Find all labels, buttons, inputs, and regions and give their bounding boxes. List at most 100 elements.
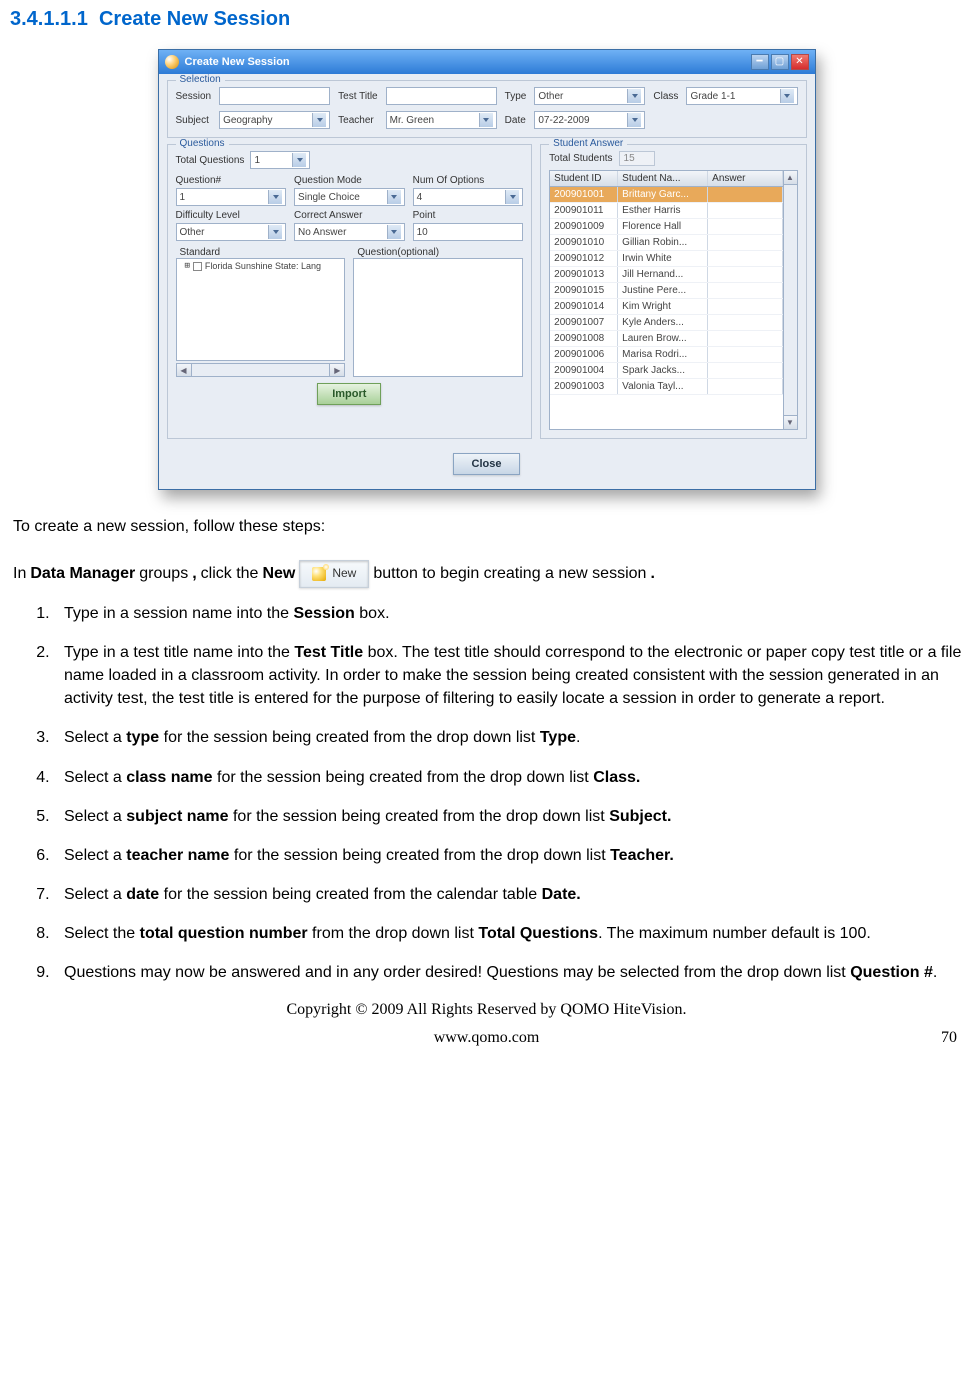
difficulty-select[interactable]: Other (176, 223, 287, 241)
date-label: Date (505, 115, 527, 126)
minimize-button[interactable]: ━ (751, 54, 769, 70)
cell-student-name: Florence Hall (618, 219, 708, 234)
table-row[interactable]: 200901009Florence Hall (550, 219, 782, 235)
scroll-left-button[interactable]: ◀ (176, 363, 192, 377)
teacher-select[interactable]: Mr. Green (386, 111, 497, 129)
class-value: Grade 1-1 (690, 91, 735, 102)
text: In (13, 562, 26, 585)
type-label: Type (505, 91, 527, 102)
date-select[interactable]: 07-22-2009 (534, 111, 645, 129)
student-table-scrollbar[interactable]: ▲ ▼ (783, 171, 797, 429)
dialog-title: Create New Session (185, 56, 745, 68)
expand-icon[interactable]: ⊞ (185, 261, 190, 271)
scroll-right-button[interactable]: ▶ (329, 363, 345, 377)
step-item: Select the total question number from th… (54, 922, 963, 945)
cell-answer (708, 203, 782, 218)
point-input[interactable] (413, 223, 524, 241)
table-row[interactable]: 200901003Valonia Tayl... (550, 379, 782, 395)
num-options-label: Num Of Options (413, 175, 524, 186)
total-students-label: Total Students (549, 153, 612, 164)
section-title: Create New Session (99, 8, 290, 30)
scroll-up-button[interactable]: ▲ (784, 171, 797, 185)
teacher-value: Mr. Green (390, 115, 434, 126)
tree-checkbox[interactable] (193, 262, 202, 271)
question-optional-label: Question(optional) (353, 247, 523, 258)
scrollbar-track[interactable] (192, 363, 330, 377)
step-item: Questions may now be answered and in any… (54, 961, 963, 984)
cell-student-id: 200901008 (550, 331, 618, 346)
cell-student-name: Gillian Robin... (618, 235, 708, 250)
table-row[interactable]: 200901013Jill Hernand... (550, 267, 782, 283)
cell-student-id: 200901001 (550, 187, 618, 202)
date-value: 07-22-2009 (538, 115, 589, 126)
cell-student-name: Kim Wright (618, 299, 708, 314)
copyright-text: Copyright © 2009 All Rights Reserved by … (10, 1001, 963, 1019)
col-student-id[interactable]: Student ID (550, 171, 618, 186)
new-button-image: New (299, 560, 369, 587)
chevron-down-icon (780, 89, 794, 103)
question-mode-select[interactable]: Single Choice (294, 188, 405, 206)
cell-student-id: 200901007 (550, 315, 618, 330)
step-item: Select a class name for the session bein… (54, 766, 963, 789)
chevron-down-icon (387, 190, 401, 204)
cell-student-id: 200901011 (550, 203, 618, 218)
correct-answer-select[interactable]: No Answer (294, 223, 405, 241)
cell-answer (708, 283, 782, 298)
table-row[interactable]: 200901001Brittany Garc... (550, 187, 782, 203)
subject-select[interactable]: Geography (219, 111, 330, 129)
selection-panel: Selection Session Test Title Type Other … (167, 80, 807, 138)
footer-url: www.qomo.com (70, 1029, 903, 1047)
cell-student-id: 200901004 (550, 363, 618, 378)
type-select[interactable]: Other (534, 87, 645, 105)
tree-item[interactable]: ⊞ Florida Sunshine State: Lang (181, 261, 341, 271)
cell-student-id: 200901014 (550, 299, 618, 314)
difficulty-value: Other (180, 227, 205, 238)
cell-student-id: 200901013 (550, 267, 618, 282)
chevron-down-icon (387, 225, 401, 239)
standard-tree[interactable]: ⊞ Florida Sunshine State: Lang (176, 258, 346, 361)
cell-student-name: Jill Hernand... (618, 267, 708, 282)
num-options-select[interactable]: 4 (413, 188, 524, 206)
table-row[interactable]: 200901008Lauren Brow... (550, 331, 782, 347)
text: groups (139, 562, 188, 585)
table-row[interactable]: 200901007Kyle Anders... (550, 315, 782, 331)
col-student-name[interactable]: Student Na... (618, 171, 708, 186)
table-row[interactable]: 200901004Spark Jacks... (550, 363, 782, 379)
selection-legend: Selection (176, 74, 225, 85)
scroll-down-button[interactable]: ▼ (784, 415, 797, 429)
session-input[interactable] (219, 87, 330, 105)
table-row[interactable]: 200901014Kim Wright (550, 299, 782, 315)
close-button[interactable]: Close (453, 453, 521, 475)
table-row[interactable]: 200901015Justine Pere... (550, 283, 782, 299)
questions-legend: Questions (176, 138, 229, 149)
section-heading: 3.4.1.1.1 Create New Session (10, 8, 963, 31)
table-row[interactable]: 200901010Gillian Robin... (550, 235, 782, 251)
intro-text: To create a new session, follow these st… (13, 515, 963, 538)
cell-student-name: Esther Harris (618, 203, 708, 218)
cell-answer (708, 187, 782, 202)
question-optional-input[interactable] (353, 258, 523, 377)
question-num-label: Question# (176, 175, 287, 186)
table-row[interactable]: 200901011Esther Harris (550, 203, 782, 219)
text: click the (201, 562, 259, 585)
total-questions-select[interactable]: 1 (250, 151, 310, 169)
text-bold: , (192, 562, 196, 585)
col-answer[interactable]: Answer (708, 171, 782, 186)
page-number: 70 (903, 1029, 963, 1047)
class-select[interactable]: Grade 1-1 (686, 87, 797, 105)
chevron-down-icon (268, 190, 282, 204)
chevron-down-icon (627, 113, 641, 127)
text-bold: Data Manager (30, 562, 135, 585)
maximize-button[interactable]: ▢ (771, 54, 789, 70)
question-num-select[interactable]: 1 (176, 188, 287, 206)
table-row[interactable]: 200901012Irwin White (550, 251, 782, 267)
chevron-down-icon (479, 113, 493, 127)
close-window-button[interactable]: ✕ (791, 54, 809, 70)
chevron-down-icon (505, 190, 519, 204)
subject-value: Geography (223, 115, 272, 126)
cell-student-id: 200901015 (550, 283, 618, 298)
testtitle-input[interactable] (386, 87, 497, 105)
import-button[interactable]: Import (317, 383, 381, 405)
cell-answer (708, 331, 782, 346)
table-row[interactable]: 200901006Marisa Rodri... (550, 347, 782, 363)
